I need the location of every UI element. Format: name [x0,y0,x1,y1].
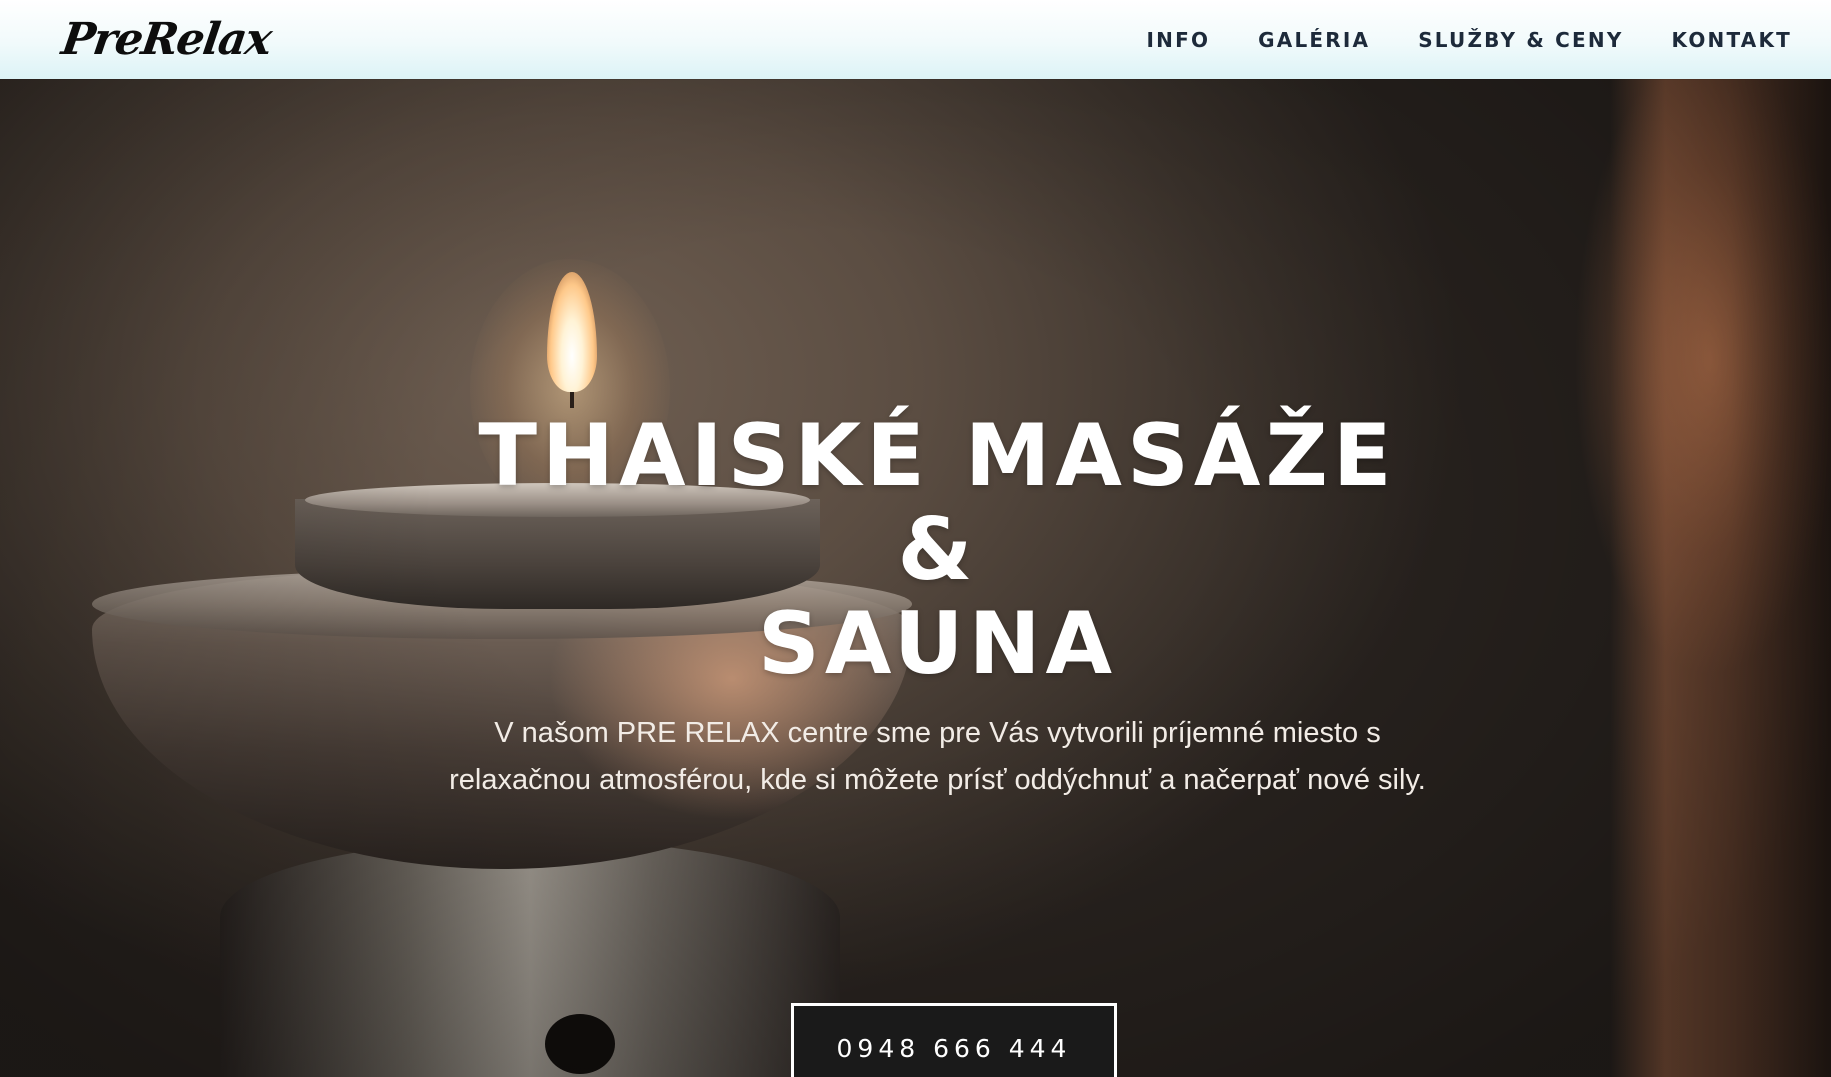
main-nav: INFO GALÉRIA SLUŽBY & CENY KONTAKT [1099,28,1792,52]
nav-item-info[interactable]: INFO [1147,28,1211,52]
site-logo[interactable]: PreRelax [58,14,273,65]
page: PreRelax INFO GALÉRIA SLUŽBY & CENY KONT… [0,0,1831,1077]
hero-title-line1: THAISKÉ MASÁŽE [478,405,1397,506]
hero-title-line2: & [897,499,978,600]
hero-description: V našom PRE RELAX centre sme pre Vás vyt… [449,717,1426,796]
hero-content: THAISKÉ MASÁŽE & SAUNA V našom PRE RELAX… [0,79,1831,1077]
hero-title-line3: SAUNA [757,593,1118,694]
nav-item-kontakt[interactable]: KONTAKT [1672,28,1792,52]
site-header: PreRelax INFO GALÉRIA SLUŽBY & CENY KONT… [0,0,1831,79]
nav-item-galeria[interactable]: GALÉRIA [1258,28,1370,52]
phone-call-button[interactable]: 0948 666 444 [791,1003,1117,1077]
hero-title: THAISKÉ MASÁŽE & SAUNA [415,409,1460,691]
nav-item-sluzby-ceny[interactable]: SLUŽBY & CENY [1418,28,1623,52]
